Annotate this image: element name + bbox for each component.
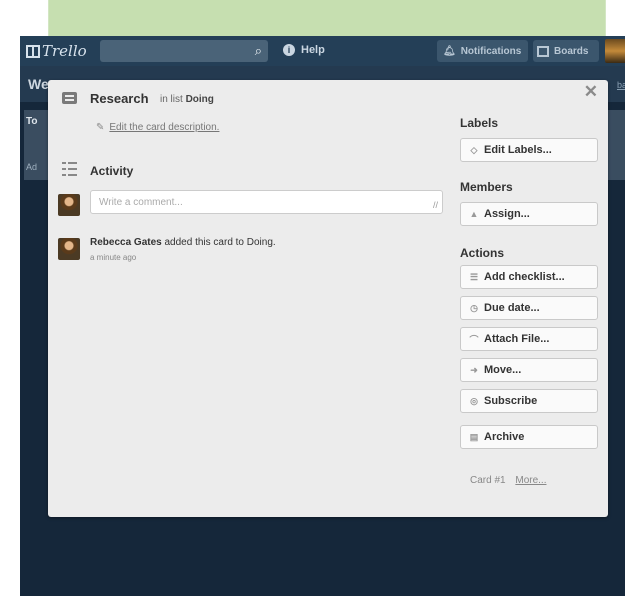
archive-button[interactable]: ▤ Archive bbox=[460, 425, 598, 449]
arrow-right-icon: ➜ bbox=[470, 364, 478, 375]
board-title[interactable]: We bbox=[28, 76, 49, 92]
due-date-button[interactable]: ◷ Due date... bbox=[460, 296, 598, 320]
checklist-icon: ☰ bbox=[469, 271, 479, 282]
list-title: To bbox=[26, 116, 38, 127]
labels-heading: Labels bbox=[460, 116, 499, 130]
activity-time: a minute ago bbox=[90, 253, 137, 262]
activity-icon bbox=[62, 161, 77, 177]
card-number: Card #1 bbox=[470, 475, 506, 486]
pencil-icon: ✎ bbox=[96, 122, 105, 133]
board-menu-link[interactable]: bar bbox=[617, 80, 625, 90]
card-meta: Card #1 More... bbox=[470, 475, 546, 486]
top-banner bbox=[48, 0, 606, 36]
notifications-label: Notifications bbox=[460, 45, 522, 57]
search-input[interactable]: ⌕ bbox=[100, 40, 268, 62]
archive-label: Archive bbox=[484, 431, 525, 443]
move-button[interactable]: ➜ Move... bbox=[460, 358, 598, 382]
boards-label: Boards bbox=[554, 45, 589, 57]
bell-icon: 🔔︎ bbox=[443, 45, 456, 57]
commenter-avatar bbox=[58, 194, 80, 216]
assign-label: Assign... bbox=[484, 208, 530, 220]
tag-icon: ◇ bbox=[470, 144, 478, 155]
edit-description-link[interactable]: ✎ Edit the card description. bbox=[96, 122, 219, 133]
paperclip-icon: ⌒ bbox=[469, 334, 479, 345]
info-icon: i bbox=[283, 44, 295, 56]
card-title[interactable]: Research bbox=[90, 91, 149, 106]
close-icon[interactable]: ✕ bbox=[584, 82, 598, 102]
more-link[interactable]: More... bbox=[515, 475, 546, 486]
clock-icon: ◷ bbox=[470, 302, 478, 313]
search-icon[interactable]: ⌕ bbox=[255, 43, 262, 59]
card-detail-modal: ✕ Research in list Doing ✎ Edit the card… bbox=[48, 80, 608, 517]
archive-icon: ▤ bbox=[469, 431, 479, 442]
trello-logo-icon bbox=[26, 44, 40, 58]
trello-logo[interactable]: Trello bbox=[26, 42, 87, 60]
comment-placeholder: Write a comment... bbox=[99, 197, 183, 208]
actions-heading: Actions bbox=[460, 246, 505, 260]
activity-entry: Rebecca Gates added this card to Doing. bbox=[90, 237, 276, 248]
eye-icon: ◎ bbox=[470, 395, 478, 406]
move-label: Move... bbox=[484, 364, 522, 376]
in-list-prefix: in list bbox=[160, 94, 183, 105]
notifications-button[interactable]: 🔔︎ Notifications bbox=[437, 40, 528, 62]
assign-button[interactable]: ▲ Assign... bbox=[460, 202, 598, 226]
add-card-link[interactable]: Ad bbox=[26, 162, 37, 172]
members-heading: Members bbox=[460, 180, 513, 194]
subscribe-button[interactable]: ◎ Subscribe bbox=[460, 389, 598, 413]
list-name: Doing bbox=[185, 94, 214, 105]
comment-input[interactable]: Write a comment... // bbox=[90, 190, 443, 214]
card-list-info: in list Doing bbox=[160, 94, 214, 105]
user-avatar[interactable] bbox=[605, 39, 625, 63]
card-icon bbox=[62, 92, 77, 104]
activity-user[interactable]: Rebecca Gates bbox=[90, 237, 162, 248]
add-checklist-button[interactable]: ☰ Add checklist... bbox=[460, 265, 598, 289]
edit-labels-button[interactable]: ◇ Edit Labels... bbox=[460, 138, 598, 162]
activity-heading: Activity bbox=[90, 164, 134, 178]
help-button[interactable]: i Help bbox=[283, 44, 325, 56]
attach-file-button[interactable]: ⌒ Attach File... bbox=[460, 327, 598, 351]
help-label: Help bbox=[301, 44, 325, 56]
add-checklist-label: Add checklist... bbox=[484, 271, 565, 283]
edit-description-label: Edit the card description. bbox=[109, 122, 220, 133]
resize-handle-icon[interactable]: // bbox=[433, 200, 438, 210]
due-date-label: Due date... bbox=[484, 302, 540, 314]
activity-avatar[interactable] bbox=[58, 238, 80, 260]
boards-button[interactable]: Boards bbox=[533, 40, 599, 62]
activity-text: added this card to Doing. bbox=[164, 237, 276, 248]
edit-labels-label: Edit Labels... bbox=[484, 144, 552, 156]
subscribe-label: Subscribe bbox=[484, 395, 538, 407]
boards-icon bbox=[537, 45, 549, 57]
list-column-right bbox=[608, 110, 625, 180]
screenshot: Trello ⌕ i Help 🔔︎ Notifications Boards … bbox=[0, 0, 625, 596]
attach-file-label: Attach File... bbox=[484, 333, 550, 345]
logo-text: Trello bbox=[42, 42, 87, 60]
person-icon: ▲ bbox=[469, 209, 479, 219]
top-header: Trello ⌕ i Help 🔔︎ Notifications Boards bbox=[20, 36, 625, 66]
